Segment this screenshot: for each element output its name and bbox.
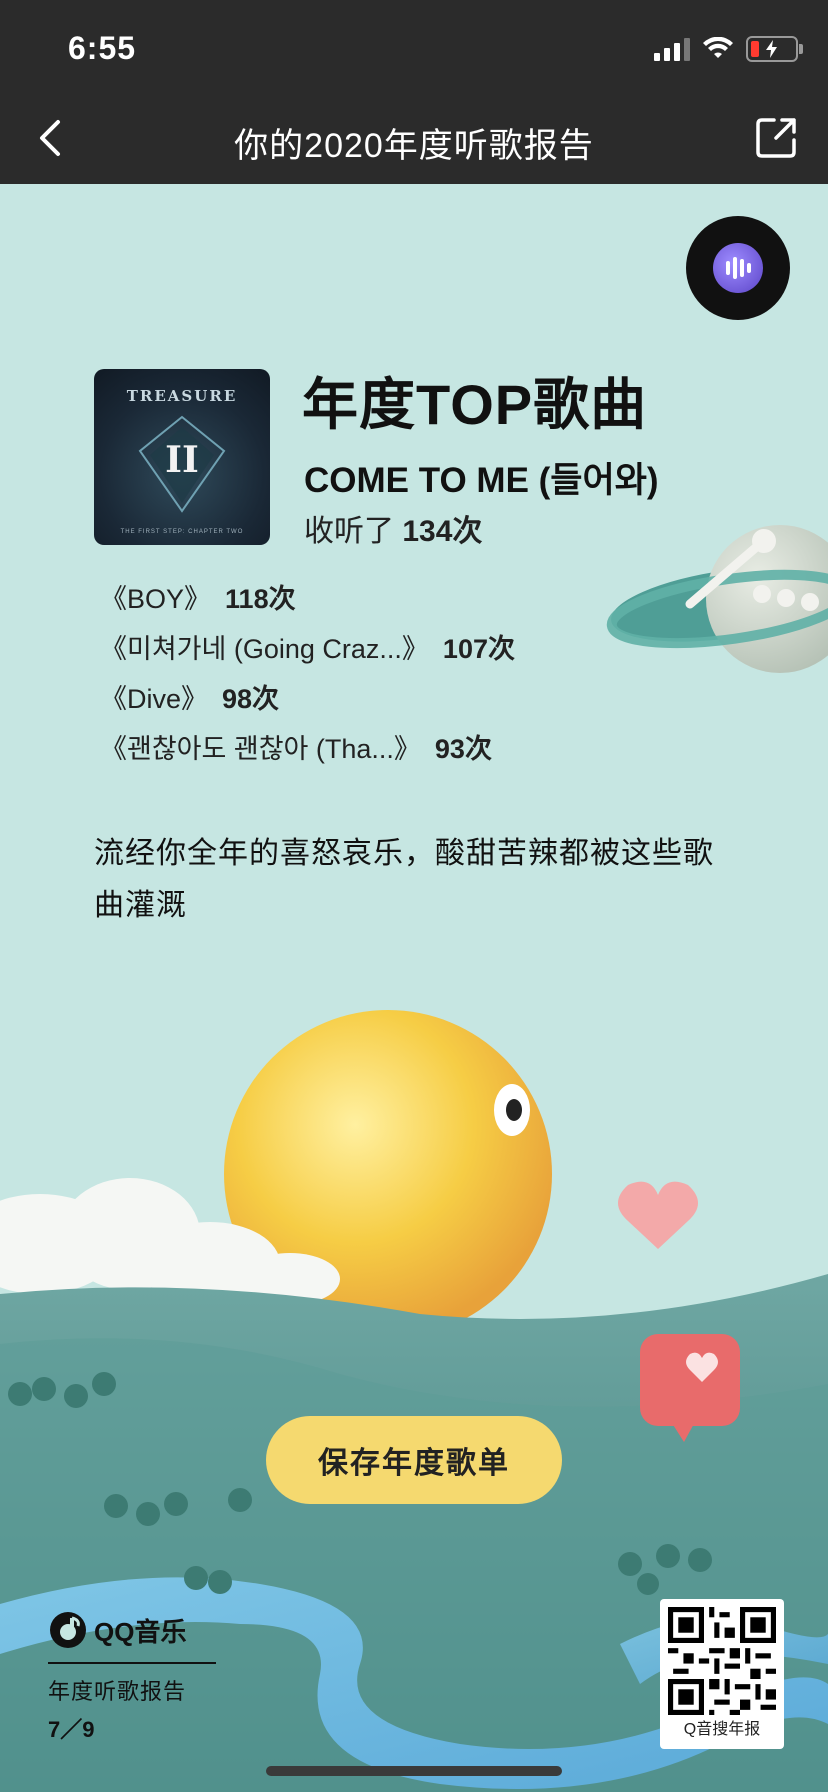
signal-icon — [654, 37, 690, 61]
wifi-icon — [703, 37, 733, 58]
music-disc-button[interactable] — [686, 216, 790, 320]
qq-music-logo: QQ音乐 — [48, 1610, 216, 1650]
song-title: 《괜찮아도 괜찮아 (Tha...》 — [100, 734, 421, 764]
save-playlist-button[interactable]: 保存年度歌单 — [266, 1416, 562, 1504]
qq-music-icon — [50, 1612, 86, 1648]
song-count: 93次 — [434, 734, 492, 764]
song-title: 《미쳐가네 (Going Craz...》 — [100, 634, 429, 664]
list-item: 《괜찮아도 괜찮아 (Tha...》 93次 — [100, 724, 515, 774]
brand-divider — [48, 1662, 216, 1664]
song-list: 《BOY》 118次 《미쳐가네 (Going Craz...》 107次 《Div… — [100, 574, 515, 774]
song-count: 107次 — [442, 634, 515, 664]
plays-value: 134次 — [402, 515, 483, 548]
home-indicator — [266, 1766, 562, 1776]
list-item: 《BOY》 118次 — [100, 574, 515, 624]
song-title: 《Dive》 — [100, 684, 209, 714]
top-song-plays: 收听了 134次 — [304, 506, 482, 550]
album-cover: TREASURE II THE FIRST STEP: CHAPTER TWO — [94, 369, 270, 545]
music-note-icon — [713, 243, 763, 293]
report-page: TREASURE II THE FIRST STEP: CHAPTER TWO … — [0, 184, 828, 1792]
page-indicator: 7／9 — [48, 1717, 95, 1742]
planet-decoration — [606, 525, 828, 673]
song-title: 《BOY》 — [100, 584, 212, 614]
status-bar: 6:55 — [0, 0, 828, 92]
status-time: 6:55 — [68, 30, 137, 66]
report-label: 年度听歌报告 — [48, 1679, 187, 1704]
battery-icon — [746, 36, 803, 62]
qr-label: Q音搜年报 — [683, 1721, 761, 1738]
report-caption: 流经你全年的喜怒哀乐，酸甜苦辣都被这些歌曲灌溉 — [94, 837, 714, 922]
album-roman-text: II — [165, 439, 199, 481]
qr-card: Q音搜年报 — [660, 1599, 784, 1749]
status-icons — [654, 36, 803, 62]
list-item: 《Dive》 98次 — [100, 674, 515, 724]
album-brand-text: TREASURE — [126, 387, 238, 405]
brand-name: QQ音乐 — [94, 1616, 187, 1647]
list-item: 《미쳐가네 (Going Craz...》 107次 — [100, 624, 515, 674]
song-count: 118次 — [225, 584, 296, 614]
nav-bar: 你的2020年度听歌报告 — [0, 92, 828, 184]
song-count: 98次 — [222, 684, 280, 714]
album-caption-text: THE FIRST STEP: CHAPTER TWO — [120, 529, 244, 535]
top-song-title: COME TO ME (들어와) — [304, 461, 659, 500]
share-icon[interactable] — [752, 112, 802, 162]
page-title: 你的2020年度听歌报告 — [234, 127, 594, 165]
brand-block: QQ音乐 年度听歌报告 7／9 — [48, 1610, 216, 1744]
plays-prefix: 收听了 — [304, 515, 394, 548]
qr-code-icon — [668, 1607, 776, 1715]
section-heading: 年度TOP歌曲 — [302, 373, 648, 436]
